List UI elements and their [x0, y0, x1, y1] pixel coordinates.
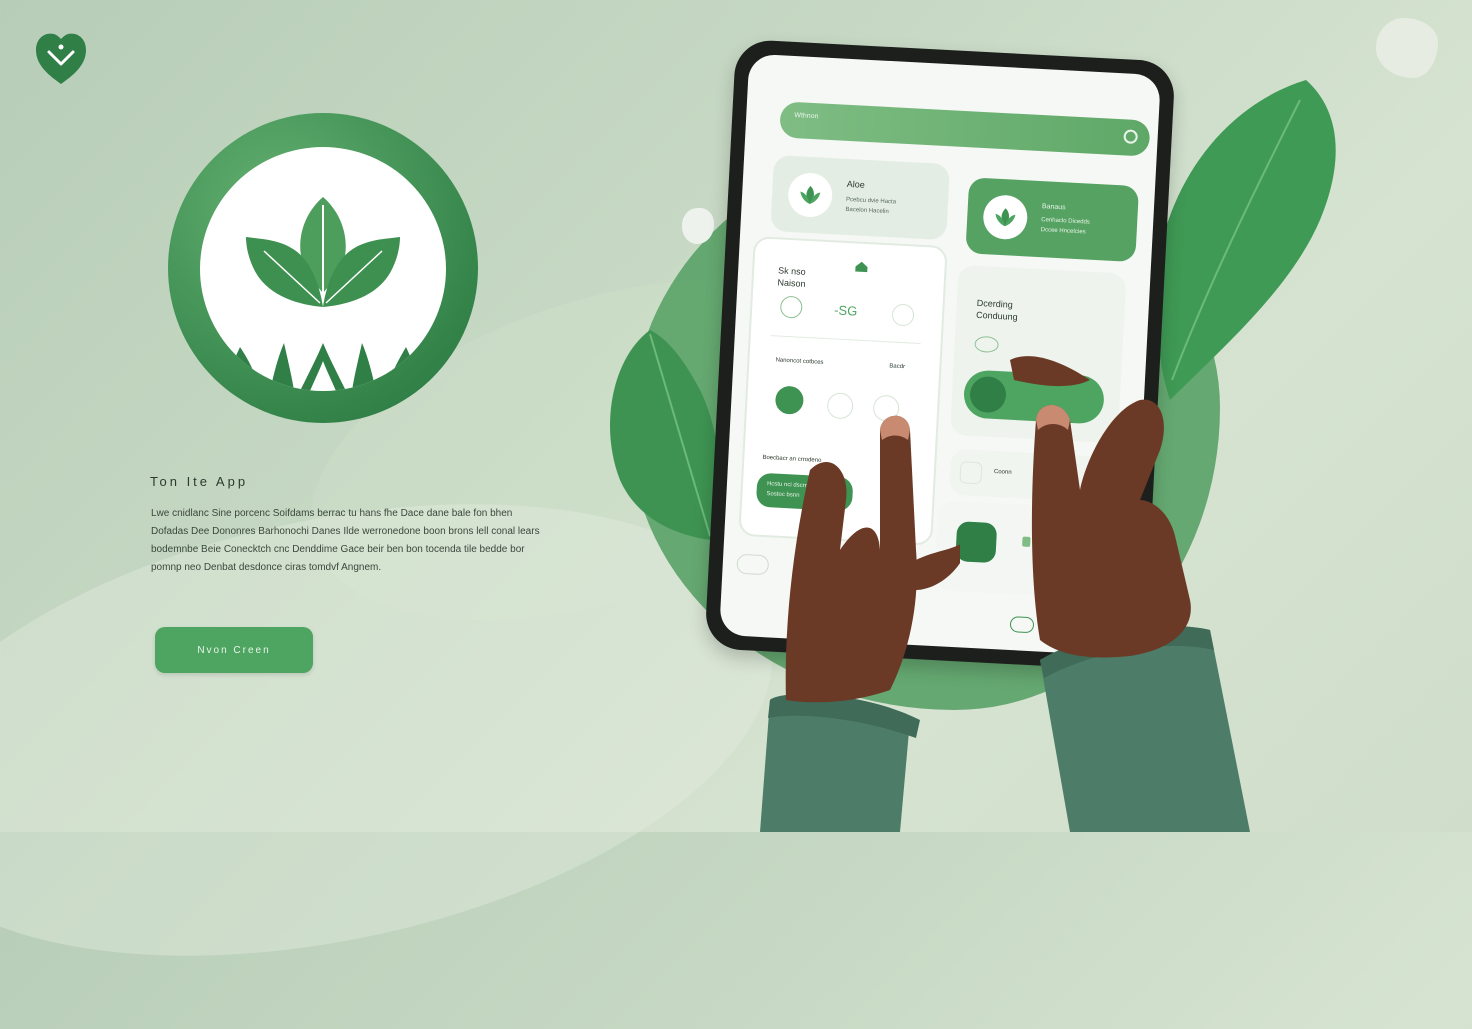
hero-description: Lwe cnidlanc Sine porcenc Soifdams berra…: [151, 508, 540, 573]
leaf-illustration: [610, 330, 720, 540]
home-icon[interactable]: [854, 259, 869, 278]
heart-check-icon[interactable]: [32, 30, 90, 88]
card-title: Sk nso: [777, 265, 806, 277]
search-placeholder: Wthnon: [794, 112, 819, 121]
info-icon: [959, 461, 983, 485]
plant-card-banaus[interactable]: Banaus Cenhaclo Dicedds Dccee Hncetcies: [965, 177, 1140, 263]
metric-value: -SG: [833, 302, 858, 319]
card-subtitle: Dccee Hncetcies: [1040, 227, 1086, 236]
decorative-pebble: [1376, 18, 1438, 78]
leaf-icon: [982, 194, 1029, 241]
leaf-icon: [891, 303, 915, 327]
left-hand-illustration: [760, 415, 960, 832]
eye-icon: [974, 335, 1000, 354]
control-button[interactable]: [955, 521, 998, 564]
card-subtitle: Pcebcu dvie Hacta: [845, 196, 897, 206]
card-title: Dcerding: [976, 297, 1014, 310]
row-value: Bacdr: [889, 363, 906, 371]
cta-button[interactable]: Nvon Creen: [155, 627, 313, 673]
card-title: Naison: [777, 277, 806, 289]
plant-card-aloe[interactable]: Aloe Pcebcu dvie Hacta Bacelon Hacelin: [770, 155, 950, 241]
right-hand-illustration: [1010, 356, 1250, 832]
hero-title: Ton Ite App: [150, 474, 249, 489]
card-subtitle: Bacelon Hacelin: [845, 206, 889, 216]
card-subtitle: Cenhaclo Dicedds: [1041, 217, 1090, 226]
divider: [770, 335, 921, 344]
search-bar[interactable]: Wthnon: [779, 101, 1151, 157]
search-icon[interactable]: [1123, 129, 1139, 145]
row-label: Nanoncot cotbces: [775, 357, 824, 366]
card-title: Conduung: [975, 309, 1018, 323]
leaf-icon: [787, 171, 834, 219]
card-title: Aloe: [846, 178, 866, 190]
leaf-sprout-icon: [168, 113, 478, 423]
card-title: Banaus: [1041, 203, 1066, 212]
status-icon: [779, 295, 803, 319]
